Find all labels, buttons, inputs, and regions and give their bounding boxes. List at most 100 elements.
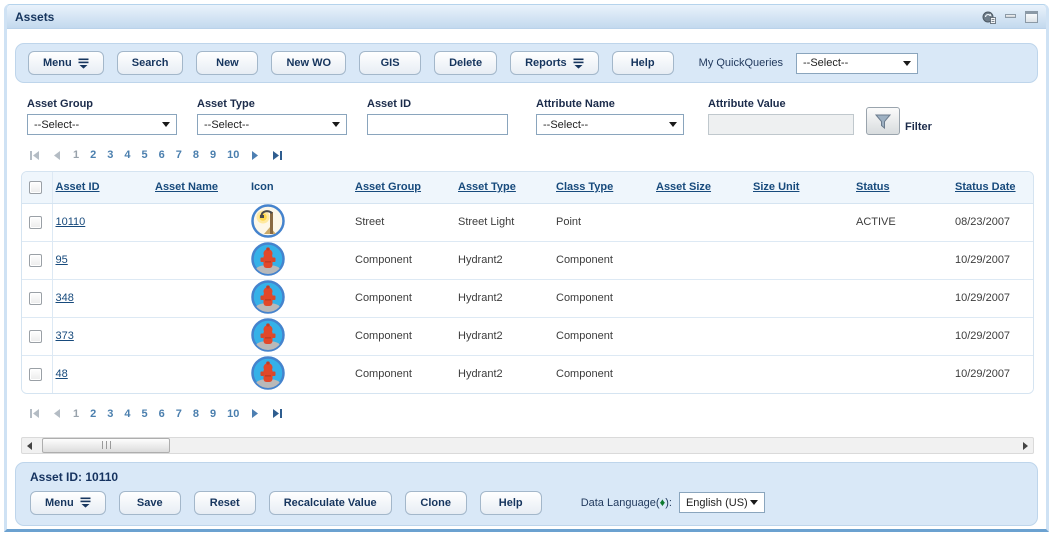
page-number[interactable]: 10 [227, 149, 239, 161]
scroll-right-icon[interactable] [1023, 442, 1028, 450]
size-unit-cell [750, 241, 853, 279]
column-header-size-unit[interactable]: Size Unit [753, 181, 799, 193]
page-number[interactable]: 7 [176, 149, 182, 161]
page-number[interactable]: 1 [73, 149, 79, 161]
asset-id-link[interactable]: 10110 [56, 216, 86, 228]
page-number[interactable]: 5 [142, 408, 148, 420]
column-header-asset-type[interactable]: Asset Type [458, 181, 516, 193]
reports-button[interactable]: Reports [510, 51, 599, 75]
search-button[interactable]: Search [117, 51, 184, 75]
reports-button-label: Reports [525, 57, 567, 69]
menu-button[interactable]: Menu [28, 51, 104, 75]
attribute-name-select[interactable]: --Select-- [536, 114, 684, 135]
asset-id-link[interactable]: 95 [56, 254, 68, 266]
asset-group-label: Asset Group [27, 98, 177, 110]
new-wo-button[interactable]: New WO [271, 51, 346, 75]
help-button[interactable]: Help [480, 491, 542, 515]
refresh-icon[interactable] [982, 10, 996, 24]
data-language-select[interactable]: English (US) [679, 492, 765, 513]
row-checkbox[interactable] [29, 254, 42, 267]
horizontal-scrollbar[interactable] [21, 437, 1034, 454]
select-all-checkbox[interactable] [29, 181, 42, 194]
prev-page-icon[interactable] [51, 408, 62, 419]
prev-page-icon[interactable] [51, 150, 62, 161]
scrollbar-thumb[interactable] [42, 438, 170, 453]
attribute-value-input [708, 114, 854, 135]
page-number[interactable]: 10 [227, 408, 239, 420]
maximize-icon[interactable] [1025, 11, 1038, 23]
clone-button[interactable]: Clone [405, 491, 467, 515]
asset-group-cell: Component [352, 241, 455, 279]
row-checkbox[interactable] [29, 330, 42, 343]
status-cell [853, 355, 952, 393]
page-number[interactable]: 8 [193, 408, 199, 420]
filter-button[interactable] [866, 107, 900, 135]
page-number[interactable]: 3 [107, 408, 113, 420]
attribute-value-label: Attribute Value [708, 98, 854, 110]
column-header-asset-name[interactable]: Asset Name [155, 181, 218, 193]
asset-id-link[interactable]: 48 [56, 368, 68, 380]
delete-button[interactable]: Delete [434, 51, 497, 75]
minimize-icon[interactable] [1005, 14, 1016, 19]
menu-button-label: Menu [43, 57, 72, 69]
asset-name-cell [152, 279, 248, 317]
page-number[interactable]: 6 [159, 408, 165, 420]
page-number[interactable]: 9 [210, 408, 216, 420]
class-type-cell: Component [553, 279, 653, 317]
asset-group-cell: Component [352, 355, 455, 393]
new-button[interactable]: New [196, 51, 258, 75]
menu-list-icon [573, 58, 584, 69]
page-number[interactable]: 3 [107, 149, 113, 161]
funnel-icon [874, 113, 892, 130]
recalculate-value-button[interactable]: Recalculate Value [269, 491, 392, 515]
asset-id-link[interactable]: 373 [56, 330, 74, 342]
last-page-icon[interactable] [272, 408, 283, 419]
asset-id-link[interactable]: 348 [56, 292, 74, 304]
column-header-asset-group[interactable]: Asset Group [355, 181, 421, 193]
row-checkbox[interactable] [29, 292, 42, 305]
column-header-class-type[interactable]: Class Type [556, 181, 613, 193]
page-number[interactable]: 5 [142, 149, 148, 161]
assets-window: Assets Menu Search New New WO GIS Delete… [4, 4, 1049, 532]
page-number[interactable]: 6 [159, 149, 165, 161]
row-checkbox[interactable] [29, 368, 42, 381]
help-button[interactable]: Help [612, 51, 674, 75]
next-page-icon[interactable] [250, 408, 261, 419]
last-page-icon[interactable] [272, 150, 283, 161]
asset-size-cell [653, 241, 750, 279]
row-checkbox[interactable] [29, 216, 42, 229]
first-page-icon[interactable] [29, 150, 40, 161]
asset-type-select[interactable]: --Select-- [197, 114, 347, 135]
page-number[interactable]: 2 [90, 408, 96, 420]
asset-id-label: Asset ID [367, 98, 508, 110]
page-number[interactable]: 2 [90, 149, 96, 161]
asset-group-select[interactable]: --Select-- [27, 114, 177, 135]
column-header-status[interactable]: Status [856, 181, 890, 193]
first-page-icon[interactable] [29, 408, 40, 419]
page-number[interactable]: 7 [176, 408, 182, 420]
scroll-left-icon[interactable] [27, 442, 32, 450]
pagination-bottom: 1 2 3 4 5 6 7 8 9 10 [29, 408, 1038, 420]
column-header-status-date[interactable]: Status Date [955, 181, 1016, 193]
asset-size-cell [653, 279, 750, 317]
chevron-down-icon [332, 122, 340, 127]
save-button[interactable]: Save [119, 491, 181, 515]
column-header-asset-id[interactable]: Asset ID [56, 181, 100, 193]
status-date-cell: 10/29/2007 [952, 317, 1034, 355]
detail-menu-button[interactable]: Menu [30, 491, 106, 515]
asset-group-cell: Component [352, 279, 455, 317]
page-number[interactable]: 4 [124, 149, 130, 161]
page-number[interactable]: 1 [73, 408, 79, 420]
page-number[interactable]: 9 [210, 149, 216, 161]
gis-button[interactable]: GIS [359, 51, 421, 75]
asset-type-cell: Hydrant2 [455, 355, 553, 393]
reset-button[interactable]: Reset [194, 491, 256, 515]
page-number[interactable]: 4 [124, 408, 130, 420]
column-header-asset-size[interactable]: Asset Size [656, 181, 711, 193]
quickqueries-value: --Select-- [803, 57, 848, 69]
page-number[interactable]: 8 [193, 149, 199, 161]
quickqueries-select[interactable]: --Select-- [796, 53, 918, 74]
chevron-down-icon [750, 500, 758, 505]
asset-id-input[interactable] [367, 114, 508, 135]
next-page-icon[interactable] [250, 150, 261, 161]
